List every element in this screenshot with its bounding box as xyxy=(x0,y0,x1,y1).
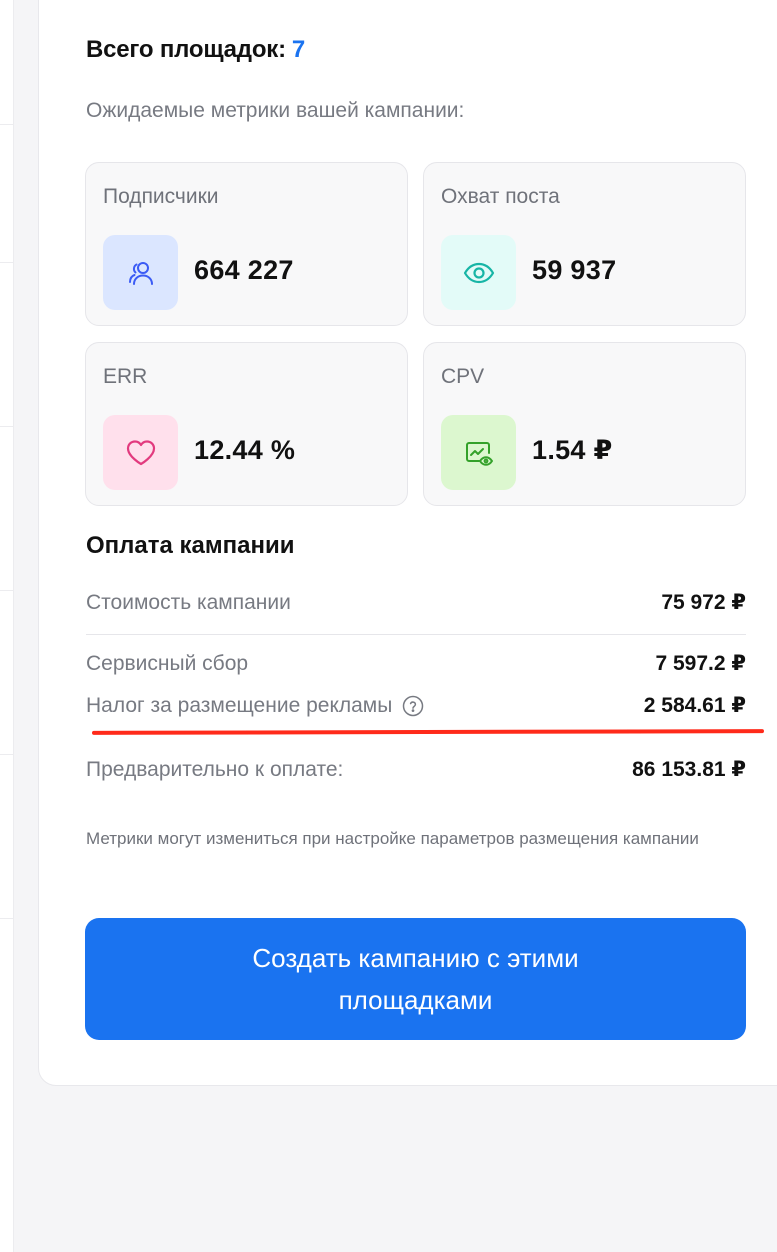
metric-card-reach: Охват поста 59 937 xyxy=(423,162,746,326)
metric-value: 12.44 % xyxy=(194,435,296,465)
row-divider xyxy=(0,262,14,263)
payment-row-value: 7 597.2 ₽ xyxy=(655,652,746,675)
total-platforms-count: 7 xyxy=(291,36,306,63)
help-circle-icon[interactable] xyxy=(402,695,424,717)
heart-icon xyxy=(103,415,178,490)
chart-eye-icon xyxy=(441,415,516,490)
metric-card-subscribers: Подписчики 664 227 xyxy=(85,162,408,326)
payment-divider xyxy=(86,634,746,635)
payment-row-label: Стоимость кампании xyxy=(86,590,291,614)
row-divider xyxy=(0,590,14,591)
metric-label: Охват поста xyxy=(441,185,560,208)
left-panel-edge xyxy=(0,0,14,1252)
payment-row-value: 86 153.81 ₽ xyxy=(632,758,746,781)
payment-row-label-wrap: Налог за размещение рекламы xyxy=(86,694,424,718)
metrics-disclaimer-note: Метрики могут измениться при настройке п… xyxy=(86,829,699,848)
row-divider xyxy=(0,754,14,755)
payment-row-campaign-cost: Стоимость кампании 75 972 ₽ xyxy=(86,590,746,615)
eye-icon xyxy=(441,235,516,310)
expected-metrics-subtitle: Ожидаемые метрики вашей кампании: xyxy=(86,99,465,122)
row-divider xyxy=(0,918,14,919)
row-divider xyxy=(0,124,14,125)
payment-row-ad-tax: Налог за размещение рекламы 2 584.61 ₽ xyxy=(86,693,746,718)
metric-card-err: ERR 12.44 % xyxy=(85,342,408,506)
metric-label: CPV xyxy=(441,365,485,388)
metric-card-cpv: CPV 1.54 ₽ xyxy=(423,342,746,506)
total-platforms-label: Всего площадок: xyxy=(86,36,286,63)
row-divider xyxy=(0,426,14,427)
payment-row-value: 2 584.61 ₽ xyxy=(643,694,746,717)
create-campaign-button[interactable]: Создать кампанию с этими площадками xyxy=(85,918,746,1040)
metric-value: 59 937 xyxy=(532,255,617,285)
metric-label: Подписчики xyxy=(103,185,219,208)
total-platforms-title: Всего площадок: 7 xyxy=(86,36,305,64)
payment-row-total: Предварительно к оплате: 86 153.81 ₽ xyxy=(86,757,746,782)
payment-row-label: Сервисный сбор xyxy=(86,651,249,675)
metric-label: ERR xyxy=(103,365,148,388)
create-campaign-button-label: Создать кампанию с этими площадками xyxy=(252,943,579,1015)
metric-value: 664 227 xyxy=(194,255,294,285)
payment-section-title: Оплата кампании xyxy=(86,532,295,559)
metric-value: 1.54 ₽ xyxy=(532,435,613,465)
payment-row-value: 75 972 ₽ xyxy=(661,591,746,614)
users-icon xyxy=(103,235,178,310)
payment-row-label: Налог за размещение рекламы xyxy=(86,693,393,717)
payment-row-label: Предварительно к оплате: xyxy=(86,757,344,781)
payment-row-service-fee: Сервисный сбор 7 597.2 ₽ xyxy=(86,651,746,676)
